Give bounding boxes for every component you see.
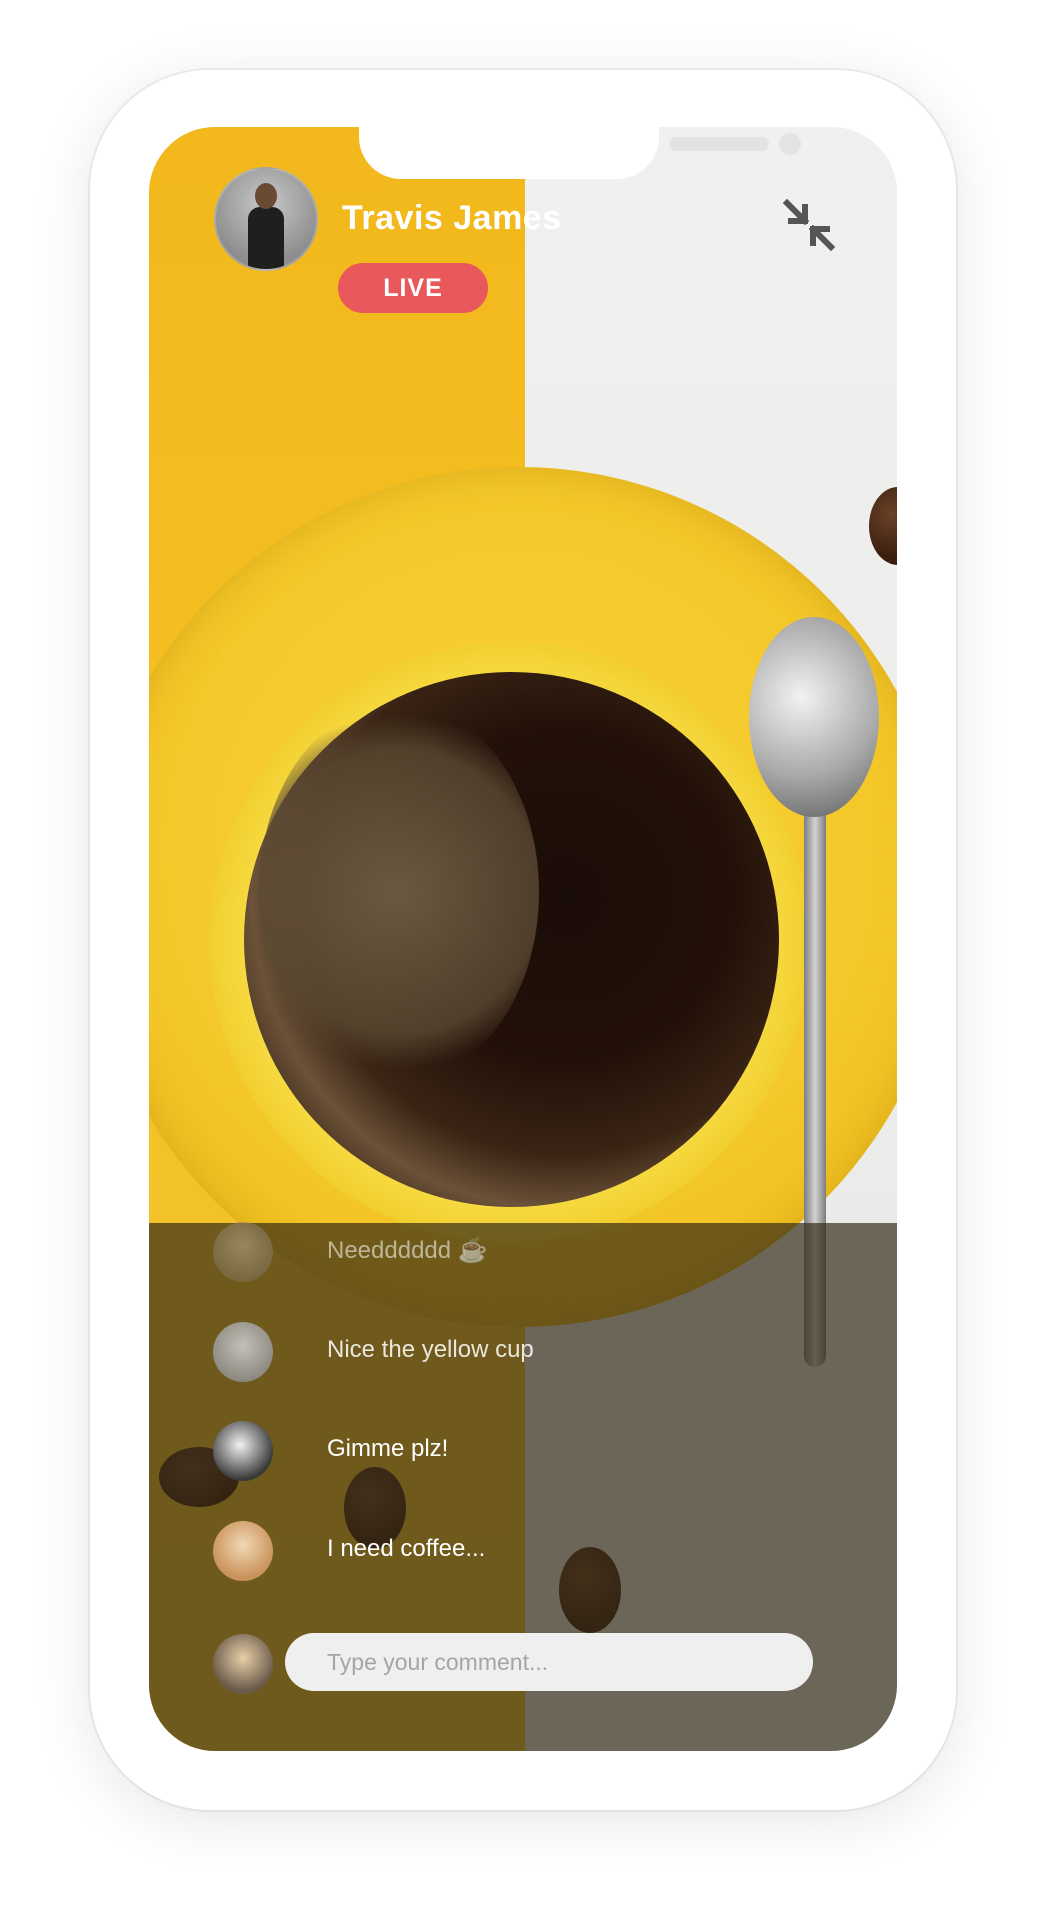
comment-text: Gimme plz! <box>327 1435 449 1462</box>
speaker-grille <box>669 137 769 151</box>
comment-text: Needddddd ☕ <box>327 1237 488 1264</box>
crema-image <box>259 702 539 1082</box>
device-notch <box>359 127 801 179</box>
host-name: Travis James <box>342 199 562 237</box>
live-badge: LIVE <box>338 263 488 313</box>
spoon-head-image <box>749 617 879 817</box>
host-avatar[interactable] <box>214 167 318 271</box>
front-camera <box>779 133 801 155</box>
current-user-avatar[interactable] <box>213 1634 273 1694</box>
comment-item: Nice the yellow cup <box>213 1322 833 1384</box>
user-avatar[interactable] <box>213 1421 273 1481</box>
host-avatar-figure <box>248 207 284 269</box>
user-avatar[interactable] <box>213 1222 273 1282</box>
comment-item: Needddddd ☕ <box>213 1222 833 1284</box>
comment-item: Gimme plz! <box>213 1421 833 1483</box>
host-avatar-head <box>255 183 277 209</box>
minimize-icon[interactable] <box>781 197 837 253</box>
live-stream-screen: Travis James LIVE Needddddd ☕ Nice the y… <box>149 127 897 1751</box>
user-avatar[interactable] <box>213 1322 273 1382</box>
comment-input[interactable] <box>285 1633 813 1691</box>
comment-text: Nice the yellow cup <box>327 1336 534 1363</box>
comment-composer <box>213 1633 833 1695</box>
comment-item: I need coffee... <box>213 1521 833 1583</box>
comment-text: I need coffee... <box>327 1535 486 1562</box>
user-avatar[interactable] <box>213 1521 273 1581</box>
